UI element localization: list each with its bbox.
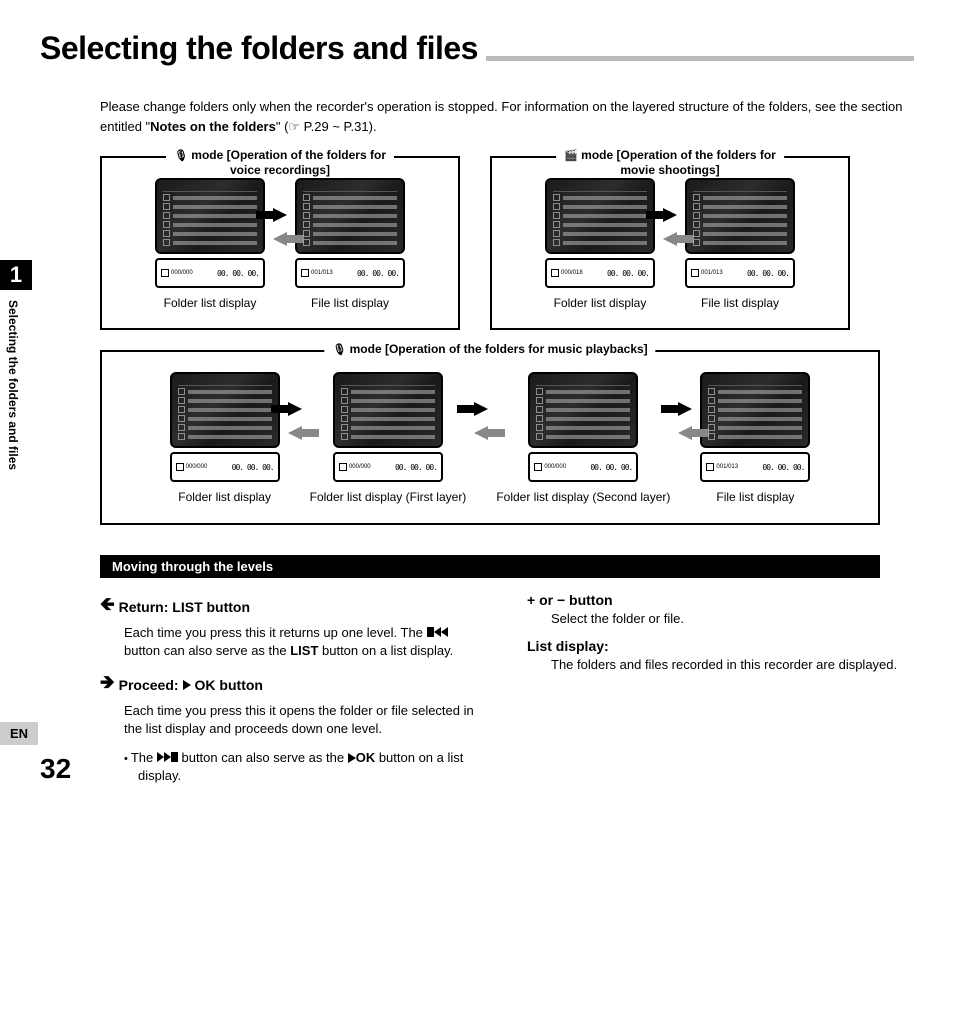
arrow-left-icon	[678, 426, 692, 440]
arrow-right-icon	[474, 402, 488, 416]
box-music-label: mode [Operation of the folders for music…	[324, 342, 655, 357]
play-icon	[183, 680, 191, 690]
music-status-1: 000/00000. 00. 00.	[170, 452, 280, 482]
arrow-right-icon	[678, 402, 692, 416]
nav-arrows	[474, 402, 488, 440]
movie-file-list-screen	[685, 178, 795, 254]
movie-folder-status: 000/018 00. 00. 00.	[545, 258, 655, 288]
chapter-side-tab: 1 Selecting the folders and files	[0, 260, 40, 470]
nav-arrows	[678, 402, 692, 440]
nav-arrows	[288, 402, 302, 440]
music-caption-1: Folder list display	[178, 490, 271, 504]
music-status-4: 001/01300. 00. 00.	[700, 452, 810, 482]
arrow-left-icon: 🡸	[100, 592, 115, 622]
music-folder-layer2-screen	[528, 372, 638, 448]
arrow-right-icon	[663, 208, 677, 222]
return-body: Each time you press this it returns up o…	[124, 624, 487, 660]
nav-arrows	[273, 208, 287, 246]
proceed-heading: 🡺 Proceed: OK button	[100, 670, 487, 700]
page-number: 32	[40, 753, 71, 785]
fast-forward-icon	[157, 752, 178, 762]
rewind-icon	[427, 627, 448, 637]
box-voice-recordings: mode [Operation of the folders forvoice …	[100, 156, 460, 330]
music-status-3: 000/00000. 00. 00.	[528, 452, 638, 482]
voice-file-list-screen	[295, 178, 405, 254]
music-caption-2: Folder list display (First layer)	[310, 490, 467, 504]
movie-file-status: 001/013 00. 00. 00.	[685, 258, 795, 288]
arrow-left-icon	[288, 426, 302, 440]
box-movie-shootings: mode [Operation of the folders formovie …	[490, 156, 850, 330]
arrow-left-icon	[663, 232, 677, 246]
chapter-number-box: 1	[0, 260, 32, 290]
music-folder-layer1-screen	[333, 372, 443, 448]
plusminus-heading: + or − button	[527, 592, 914, 608]
return-heading: 🡸 Return: LIST button	[100, 592, 487, 622]
list-display-heading: List display:	[527, 638, 914, 654]
voice-file-caption: File list display	[311, 296, 389, 310]
play-icon	[348, 753, 356, 763]
title-rule	[486, 56, 914, 61]
section-heading-bar: Moving through the levels	[100, 555, 880, 578]
music-status-2: 000/00000. 00. 00.	[333, 452, 443, 482]
box-music-playbacks: mode [Operation of the folders for music…	[100, 350, 880, 524]
music-file-list-screen	[700, 372, 810, 448]
plusminus-body: Select the folder or file.	[551, 610, 914, 628]
voice-folder-status: 000/000 00. 00. 00.	[155, 258, 265, 288]
movie-folder-list-screen	[545, 178, 655, 254]
right-column: + or − button Select the folder or file.…	[527, 592, 914, 785]
proceed-body: Each time you press this it opens the fo…	[124, 702, 487, 738]
arrow-left-icon	[273, 232, 287, 246]
arrow-right-icon	[273, 208, 287, 222]
box-movie-label: mode [Operation of the folders formovie …	[556, 148, 784, 178]
music-caption-3: Folder list display (Second layer)	[496, 490, 670, 504]
list-display-body: The folders and files recorded in this r…	[551, 656, 914, 674]
intro-paragraph: Please change folders only when the reco…	[100, 97, 914, 136]
arrow-left-icon	[474, 426, 488, 440]
arrow-right-icon	[288, 402, 302, 416]
music-folder-list-screen	[170, 372, 280, 448]
music-caption-4: File list display	[716, 490, 794, 504]
side-section-title: Selecting the folders and files	[6, 300, 20, 470]
voice-file-status: 001/013 00. 00. 00.	[295, 258, 405, 288]
movie-file-caption: File list display	[701, 296, 779, 310]
movie-icon	[564, 148, 578, 162]
movie-folder-caption: Folder list display	[554, 296, 647, 310]
language-badge: EN	[0, 722, 38, 745]
voice-folder-caption: Folder list display	[164, 296, 257, 310]
left-column: 🡸 Return: LIST button Each time you pres…	[100, 592, 487, 785]
mic-icon	[332, 342, 346, 356]
mic-icon	[174, 148, 188, 162]
box-voice-label: mode [Operation of the folders forvoice …	[166, 148, 394, 178]
voice-folder-list-screen	[155, 178, 265, 254]
nav-arrows	[663, 208, 677, 246]
page-title: Selecting the folders and files	[40, 30, 478, 67]
arrow-right-icon: 🡺	[100, 670, 115, 700]
proceed-bullet: •The button can also serve as the OK but…	[124, 749, 487, 786]
